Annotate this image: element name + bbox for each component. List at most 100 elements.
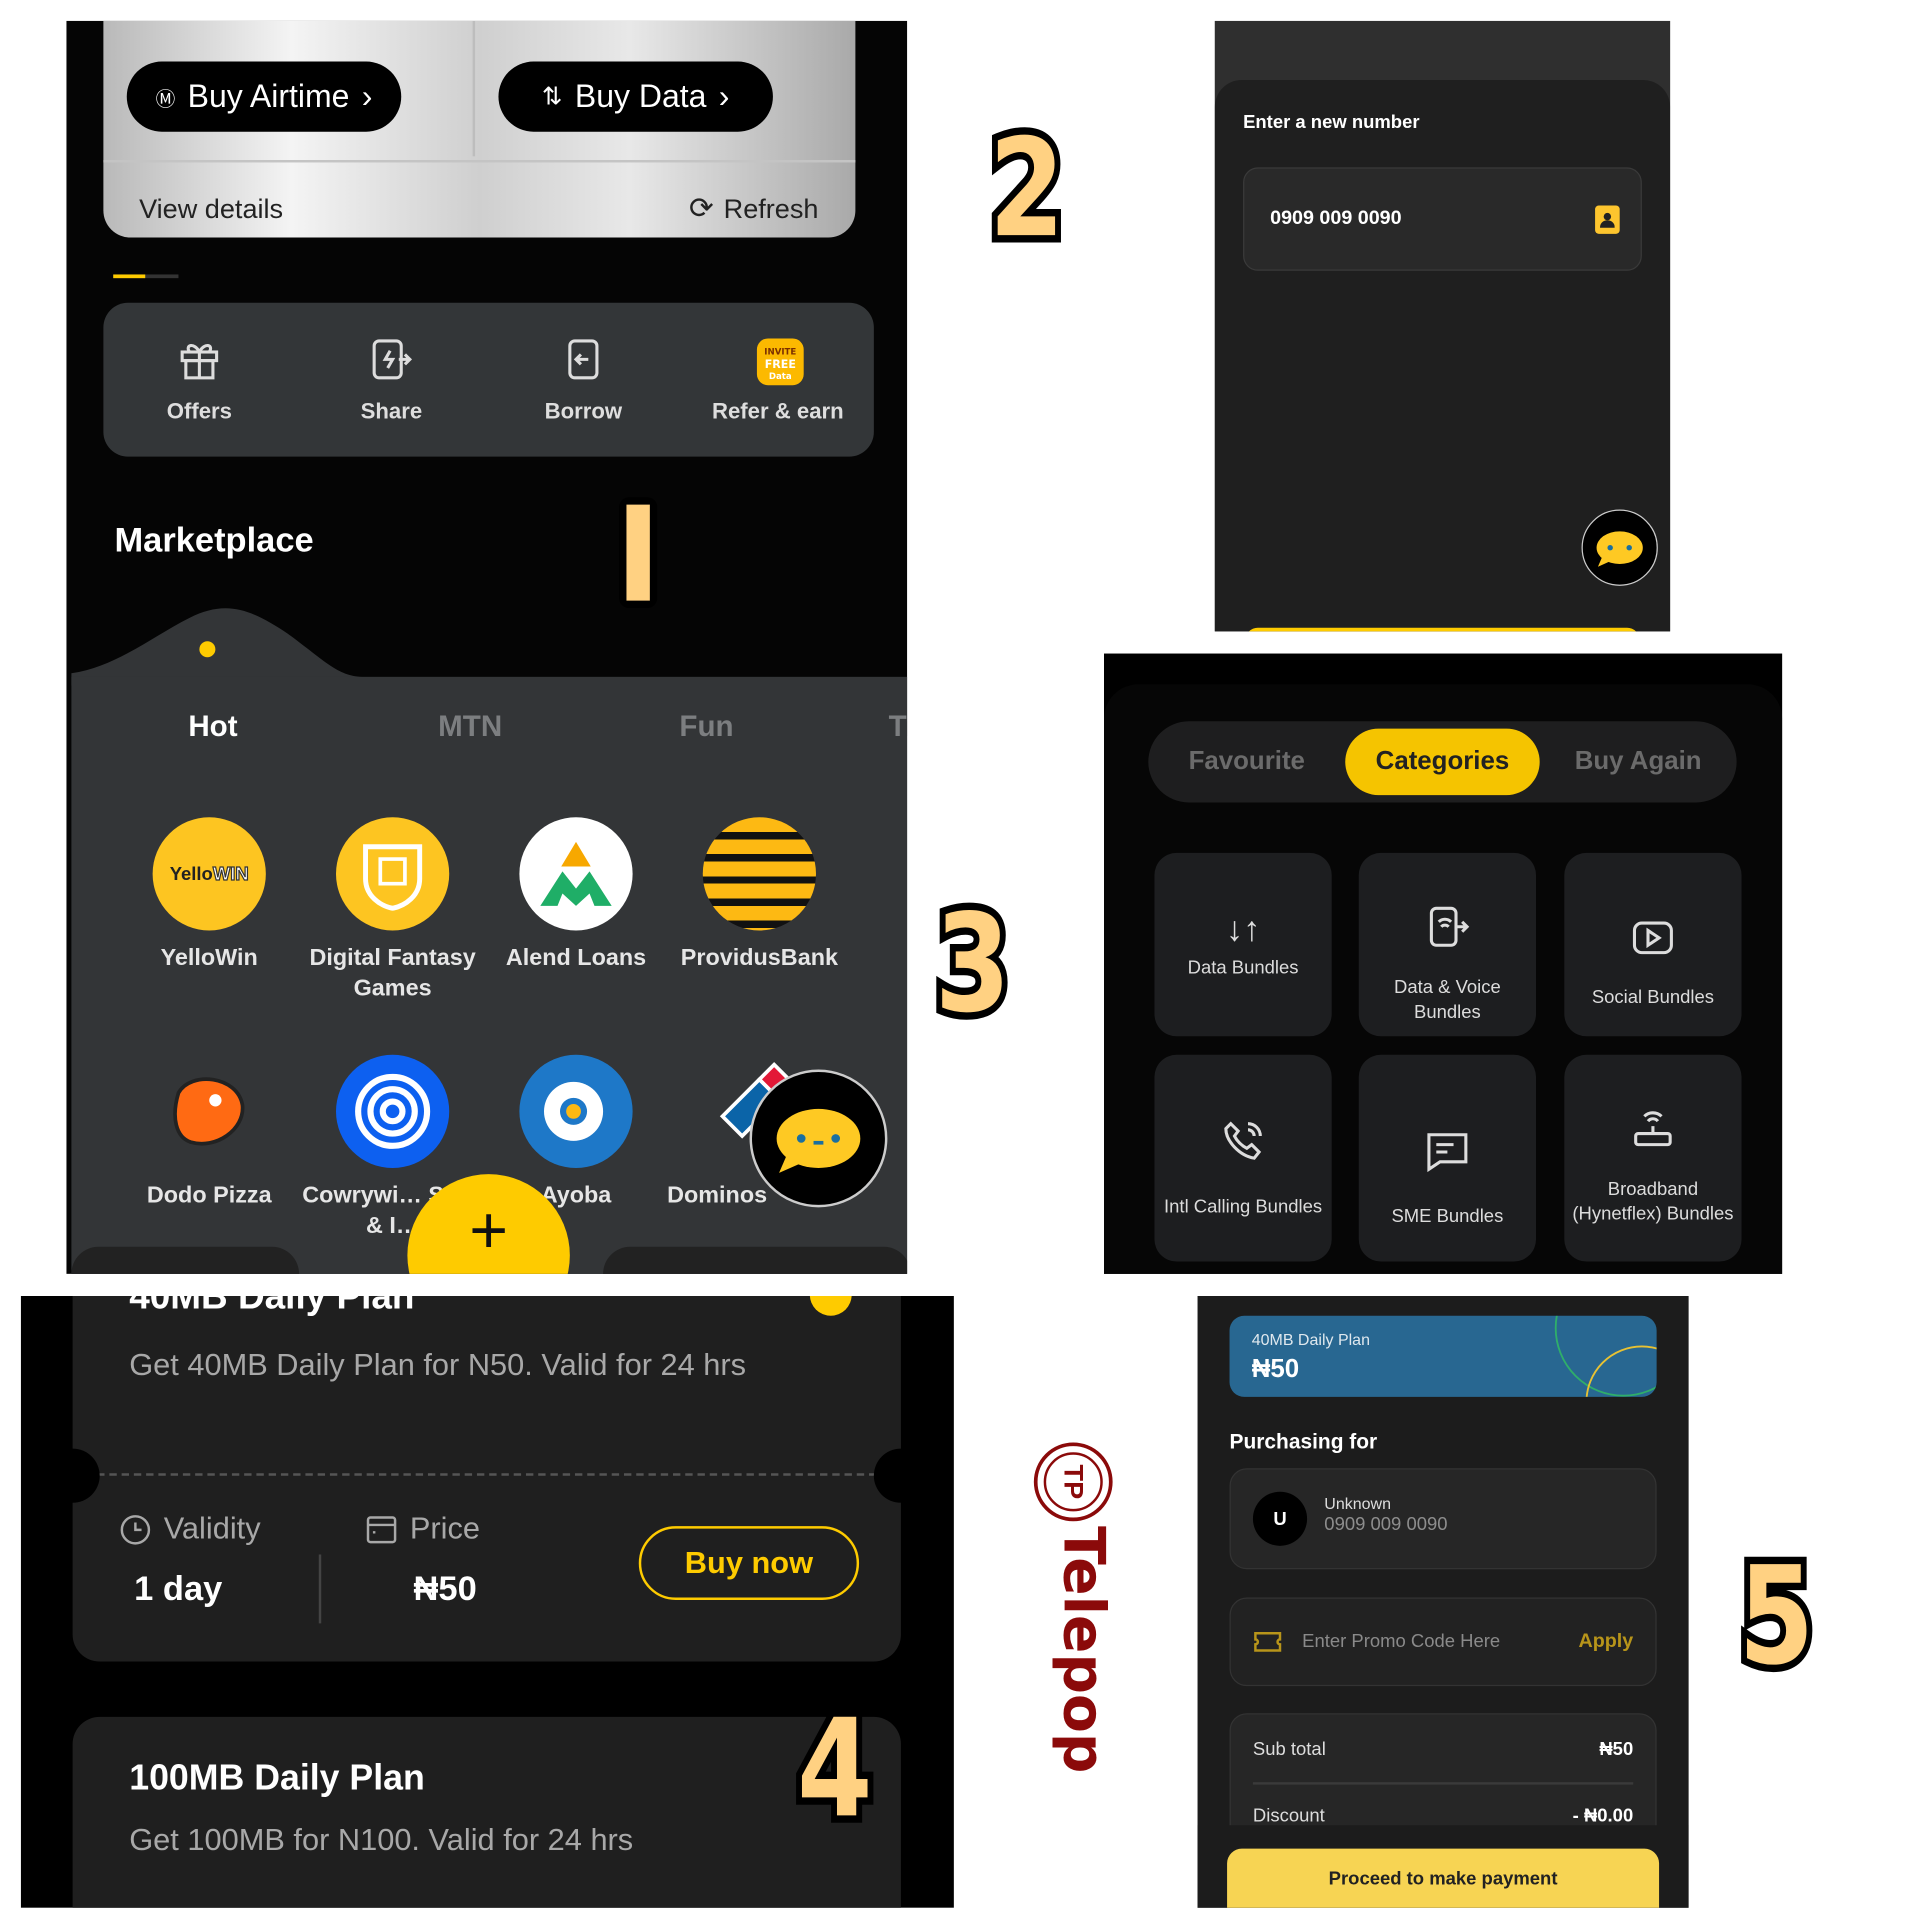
segment-categories[interactable]: Categories [1345, 728, 1540, 796]
app-providusbank[interactable]: ProvidusBank [667, 817, 852, 973]
share-icon [372, 339, 413, 380]
dodo-logo [153, 1055, 266, 1168]
chevron-right-icon: › [361, 77, 373, 115]
plan-card-40mb: 40MB Daily Plan Get 40MB Daily Plan for … [45, 1296, 929, 1662]
shield-logo-icon [336, 817, 450, 931]
alend-logo [519, 817, 633, 931]
proceed-payment-button[interactable]: Proceed to make payment [1227, 1848, 1660, 1908]
gift-icon [180, 344, 219, 380]
chatbot-button[interactable] [749, 1069, 888, 1208]
ticket-icon [1254, 1632, 1282, 1652]
chatbot-icon [776, 1108, 861, 1173]
promo-code-field[interactable]: Enter Promo Code Here Apply [1229, 1597, 1657, 1687]
plan-title: 40MB Daily Plan [129, 1296, 415, 1317]
svg-text:Data: Data [769, 372, 792, 382]
tile-data-voice-bundles[interactable]: Data & Voice Bundles [1358, 852, 1537, 1037]
svg-text:INVITE: INVITE [764, 347, 796, 357]
data-arrows-icon: ⇅ [541, 83, 563, 111]
cowrywise-logo [336, 1054, 450, 1169]
avatar: U [1252, 1491, 1308, 1546]
checkout-screen: 40MB Daily Plan ₦50 Purchasing for U Unk… [1197, 1296, 1689, 1908]
tile-sme-bundles[interactable]: SME Bundles [1358, 1054, 1537, 1262]
wallet-icon [366, 1515, 397, 1543]
borrow-icon [568, 339, 599, 380]
purchasing-for-label: Purchasing for [1229, 1430, 1378, 1454]
apply-button[interactable]: Apply [1579, 1631, 1634, 1653]
segment-favourite[interactable]: Favourite [1148, 721, 1345, 802]
telepop-watermark: Telepop [1051, 1526, 1118, 1774]
tile-data-bundles[interactable]: ↓↑ Data Bundles [1154, 852, 1332, 1037]
plan-description: Get 40MB Daily Plan for N50. Valid for 2… [129, 1347, 747, 1383]
chevron-right-icon: › [718, 77, 730, 115]
step-number-3: 3 [929, 884, 1016, 1043]
buy-now-button[interactable]: Buy now [638, 1526, 860, 1601]
tab-mtn[interactable]: MTN [438, 710, 502, 744]
bottom-nav-left [71, 1246, 300, 1274]
bundle-categories-screen: Favourite Categories Buy Again ↓↑ Data B… [1104, 653, 1783, 1274]
price-value: ₦50 [413, 1569, 477, 1608]
chatbot-icon [1596, 531, 1643, 567]
refer-badge-icon: INVITEFREEData [756, 338, 804, 386]
app-dodo-pizza[interactable]: Dodo Pizza [117, 1055, 302, 1211]
message-icon [1427, 1133, 1468, 1173]
refresh-icon: ⟳ [689, 192, 714, 226]
svg-text:FREE: FREE [765, 358, 796, 371]
bottom-nav-right [603, 1246, 908, 1274]
validity-value: 1 day [134, 1569, 223, 1608]
marketplace-title: Marketplace [114, 520, 314, 559]
segment-buy-again[interactable]: Buy Again [1540, 721, 1737, 802]
app-digital-fantasy-games[interactable]: Digital Fantasy Games [300, 817, 485, 1004]
contacts-icon[interactable] [1595, 205, 1620, 234]
app-yellowin[interactable]: Yello WIN YelloWin [117, 817, 302, 973]
providus-logo [702, 817, 817, 931]
tile-social-bundles[interactable]: Social Bundles [1564, 852, 1742, 1037]
tab-bump-shape [71, 608, 908, 686]
offers-button[interactable]: Offers [107, 303, 292, 457]
ticket-divider [72, 1473, 901, 1476]
step-number-2: 2 [983, 109, 1070, 268]
plan-title: 100MB Daily Plan [129, 1758, 425, 1799]
clock-icon [120, 1514, 151, 1545]
step-number-5: 5 [1733, 1537, 1820, 1695]
home-screen: Ⓜ Buy Airtime › ⇅ Buy Data › View detail… [66, 20, 908, 1274]
borrow-button[interactable]: Borrow [491, 303, 676, 457]
recipient-card[interactable]: U Unknown 0909 009 0090 [1229, 1468, 1657, 1570]
telepop-logo: TP [1033, 1442, 1113, 1522]
active-tab-dot [199, 641, 216, 658]
plan-card-100mb: 100MB Daily Plan Get 100MB for N100. Val… [72, 1716, 901, 1908]
tile-broadband-bundles[interactable]: Broadband (Hynetflex) Bundles [1564, 1054, 1742, 1262]
share-button[interactable]: Share [299, 303, 484, 457]
tab-fun[interactable]: Fun [679, 710, 733, 744]
phone-call-icon [1224, 1121, 1262, 1160]
phone-data-icon [1429, 906, 1470, 947]
plus-icon: + [469, 1193, 509, 1268]
router-icon [1634, 1111, 1672, 1147]
segment-control: Favourite Categories Buy Again [1148, 721, 1737, 803]
yellowin-logo: Yello WIN [152, 817, 266, 931]
play-icon [1632, 921, 1673, 955]
tab-hot[interactable]: Hot [188, 710, 237, 744]
step-number-4: 4 [791, 1689, 878, 1848]
step-number-1 [626, 504, 650, 601]
app-alend-loans[interactable]: Alend Loans [484, 817, 669, 973]
buy-airtime-button[interactable]: Ⓜ Buy Airtime › [126, 61, 402, 132]
ayoba-logo [519, 1054, 633, 1169]
buy-data-button[interactable]: ⇅ Buy Data › [498, 61, 773, 132]
quick-actions: Offers Share Borrow INVITE FREE Data Refer… [103, 302, 874, 457]
carousel-indicator [113, 274, 179, 279]
balance-card: Ⓜ Buy Airtime › ⇅ Buy Data › View detail… [103, 20, 856, 238]
continue-button-edge[interactable] [1245, 627, 1640, 632]
naira-circle-icon: Ⓜ [155, 89, 176, 111]
phone-number-input[interactable]: 0909 009 0090 [1243, 167, 1642, 271]
enter-number-screen: Enter a new number 0909 009 0090 [1214, 20, 1671, 632]
plan-summary-card: 40MB Daily Plan ₦50 [1229, 1315, 1657, 1397]
refer-earn-button[interactable]: INVITE FREE Data Refer & earn [686, 303, 871, 457]
plan-description: Get 100MB for N100. Valid for 24 hrs [129, 1822, 634, 1858]
view-details-link[interactable]: View details [139, 193, 283, 225]
info-icon[interactable] [809, 1296, 852, 1316]
tile-intl-calling-bundles[interactable]: Intl Calling Bundles [1154, 1054, 1332, 1262]
chatbot-button[interactable] [1581, 509, 1658, 586]
tab-tr[interactable]: Tr [889, 710, 907, 744]
sheet-title: Enter a new number [1243, 112, 1420, 133]
refresh-button[interactable]: ⟳ Refresh [689, 191, 818, 227]
